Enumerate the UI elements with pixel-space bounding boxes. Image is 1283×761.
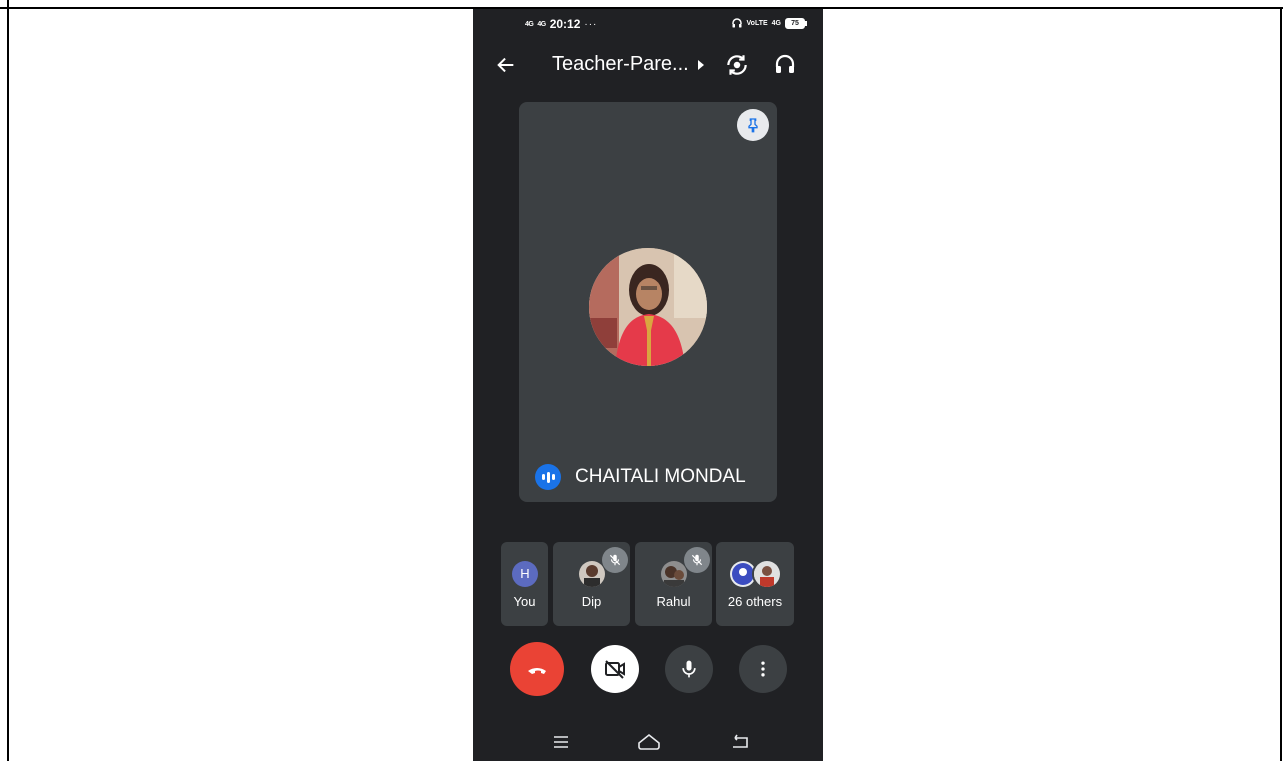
main-speaker-tile[interactable]: CHAITALI MONDAL xyxy=(519,102,777,502)
menu-icon xyxy=(554,736,568,748)
participant-label: Rahul xyxy=(656,594,691,609)
status-more-dots: ··· xyxy=(584,18,598,30)
participant-tile-others[interactable]: 26 others xyxy=(716,542,794,626)
speaker-photo-image xyxy=(589,248,707,366)
call-header: Teacher-Pare... xyxy=(473,47,823,83)
muted-badge xyxy=(602,547,628,573)
status-left: 4G 4G 20:12 ··· xyxy=(525,17,597,31)
signal-indicator-1: 4G xyxy=(525,20,534,28)
end-call-icon xyxy=(528,668,546,674)
participant-tile-dip[interactable]: Dip xyxy=(553,542,630,626)
meeting-title[interactable]: Teacher-Pare... xyxy=(552,53,689,76)
frame-left-border xyxy=(7,0,9,761)
status-bar: 4G 4G 20:12 ··· VoLTE 4G 75 xyxy=(473,9,823,39)
signal-2-label: 4G xyxy=(537,20,546,28)
participant-strip: H You Dip Rahul 26 others xyxy=(501,542,796,626)
end-call-button[interactable] xyxy=(510,642,564,696)
microphone-toggle-button[interactable] xyxy=(665,645,713,693)
muted-badge xyxy=(684,547,710,573)
mic-off-icon xyxy=(691,554,703,566)
arrow-left-icon xyxy=(497,57,514,73)
system-nav-bar xyxy=(473,724,823,761)
participant-label: You xyxy=(513,594,536,609)
avatar: H xyxy=(512,561,538,587)
recent-apps-button[interactable] xyxy=(549,730,573,754)
home-button[interactable] xyxy=(636,730,660,754)
pin-button[interactable] xyxy=(737,109,769,141)
status-time: 20:12 xyxy=(549,17,581,31)
avatar xyxy=(661,561,687,587)
back-nav-button[interactable] xyxy=(728,730,752,754)
microphone-icon xyxy=(682,660,696,678)
switch-camera-button[interactable] xyxy=(724,52,750,78)
headphones-status-icon xyxy=(731,18,742,28)
participant-tile-you[interactable]: H You xyxy=(501,542,548,626)
participant-photo-image xyxy=(579,561,605,587)
mic-off-icon xyxy=(609,554,621,566)
pin-icon xyxy=(748,118,758,133)
participant-label: Dip xyxy=(581,594,602,609)
back-button[interactable] xyxy=(495,52,521,78)
call-controls xyxy=(473,642,823,696)
participant-photo-image xyxy=(661,561,687,587)
frame-right-border xyxy=(1280,7,1282,761)
more-options-button[interactable] xyxy=(739,645,787,693)
back-nav-icon xyxy=(733,734,748,748)
speaker-avatar xyxy=(589,248,707,366)
camera-toggle-button[interactable] xyxy=(591,645,639,693)
volte-label: VoLTE xyxy=(746,19,768,27)
camera-off-icon xyxy=(605,660,625,679)
signal-indicator-2: 4G xyxy=(537,20,546,28)
speaking-indicator-icon xyxy=(535,464,561,490)
participant-tile-rahul[interactable]: Rahul xyxy=(635,542,712,626)
battery-indicator: 75 xyxy=(785,17,807,29)
avatar xyxy=(579,561,605,587)
title-expand-caret-icon[interactable] xyxy=(698,60,704,70)
network-label: 4G xyxy=(771,19,781,27)
participant-photo-image xyxy=(754,561,780,587)
headphones-icon xyxy=(775,54,795,73)
avatar xyxy=(752,559,782,589)
signal-1-label: 4G xyxy=(525,20,534,28)
battery-level: 75 xyxy=(791,19,799,27)
more-vert-icon xyxy=(761,661,765,677)
phone-screen: 4G 4G 20:12 ··· VoLTE 4G 75 Teacher-Pare… xyxy=(473,9,823,761)
status-right: VoLTE 4G 75 xyxy=(731,17,807,29)
audio-output-button[interactable] xyxy=(773,52,799,78)
speaker-name-row: CHAITALI MONDAL xyxy=(535,464,746,490)
speaker-name: CHAITALI MONDAL xyxy=(575,466,746,487)
participant-label: 26 others xyxy=(727,594,783,609)
switch-camera-icon xyxy=(727,55,747,75)
home-icon xyxy=(638,733,660,750)
